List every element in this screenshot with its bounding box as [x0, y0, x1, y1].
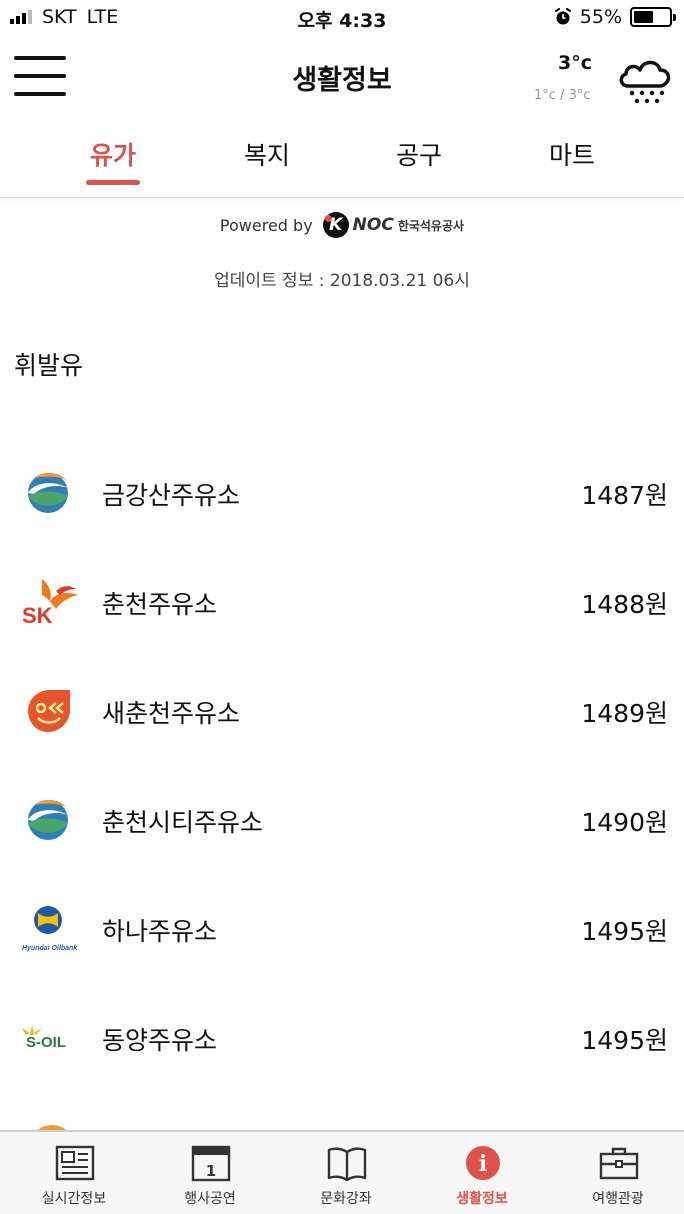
knoc-logo: K NOC 한국석유공사	[322, 212, 465, 238]
station-name: 금강산주유소	[102, 481, 241, 510]
battery-icon	[630, 7, 676, 27]
alarm-icon	[554, 8, 571, 25]
category-tabs: 유가 복지 공구 마트	[0, 114, 684, 198]
list-item[interactable]: 금강산주유소 1487원	[0, 438, 684, 547]
list-item[interactable]: SK 춘천주유소 1488원	[0, 547, 684, 656]
powered-by: Powered by K NOC 한국석유공사	[0, 212, 684, 238]
tab-mart[interactable]: 마트	[512, 136, 632, 172]
status-right: 55%	[554, 6, 676, 28]
station-price: 1490원	[581, 808, 668, 837]
temp-range: 1°c / 3°c	[534, 88, 591, 103]
active-tab-indicator	[86, 180, 140, 185]
knoc-logo-mark: K	[322, 212, 349, 238]
station-name: 새춘천주유소	[102, 699, 241, 728]
status-bar: SKT LTE 오후 4:33 55%	[0, 0, 684, 36]
svg-text:SK: SK	[22, 603, 53, 627]
info-icon: i	[466, 1146, 500, 1180]
station-price: 1495원	[581, 1026, 668, 1055]
calendar-icon: 1	[191, 1145, 231, 1182]
bottom-nav: 실시간정보 1 행사공연 문화강좌 i 생활정보 여행관광	[0, 1130, 684, 1214]
hyundai-oilbank-text: Hyundai Oilbank	[22, 945, 78, 952]
weather-widget[interactable]: 3°c 1°c / 3°c	[534, 50, 674, 110]
powered-by-label: Powered by	[219, 215, 313, 235]
list-item[interactable]: 새춘천주유소 1489원	[0, 656, 684, 765]
s-oil-text: S-OIL	[26, 1034, 66, 1051]
e1-icon	[28, 690, 70, 732]
knoc-logo-text: NOC	[352, 215, 394, 235]
info-icon-glyph: i	[479, 1151, 487, 1177]
station-price: 1495원	[581, 917, 668, 946]
calendar-icon-number: 1	[206, 1162, 216, 1180]
gs-caltex-icon	[28, 472, 68, 513]
list-item[interactable]: 춘천시티주유소 1490원	[0, 765, 684, 874]
nav-item-life-info[interactable]: i 생활정보	[414, 1132, 550, 1214]
snow-cloud-icon	[619, 60, 671, 104]
station-price: 1487원	[581, 481, 668, 510]
nav-item-realtime[interactable]: 실시간정보	[6, 1132, 142, 1214]
station-name: 하나주유소	[102, 917, 218, 946]
gs-caltex-icon	[28, 799, 68, 840]
tab-fuel[interactable]: 유가	[53, 136, 173, 172]
nav-label: 문화강좌	[320, 1191, 372, 1207]
app-header: 생활정보 3°c 1°c / 3°c	[0, 40, 684, 114]
list-item[interactable]: S-OIL 동양주유소 1495원	[0, 983, 684, 1092]
sk-energy-icon: SK	[22, 579, 78, 627]
book-icon	[327, 1147, 367, 1182]
list-item-partial[interactable]	[0, 1092, 684, 1132]
nav-label: 여행관광	[592, 1191, 644, 1207]
nav-label: 실시간정보	[41, 1191, 107, 1207]
nav-item-events[interactable]: 1 행사공연	[142, 1132, 278, 1214]
nav-item-travel[interactable]: 여행관광	[550, 1132, 684, 1214]
list-item[interactable]: Hyundai Oilbank 하나주유소 1495원	[0, 874, 684, 983]
nav-item-culture[interactable]: 문화강좌	[278, 1132, 414, 1214]
update-info: 업데이트 정보 : 2018.03.21 06시	[214, 271, 470, 291]
station-name: 춘천주유소	[102, 590, 218, 619]
tab-group-buy[interactable]: 공구	[359, 136, 479, 172]
nav-label: 행사공연	[184, 1191, 236, 1207]
section-title: 휘발유	[14, 351, 84, 380]
news-icon	[55, 1145, 95, 1181]
knoc-logo-korean: 한국석유공사	[397, 218, 465, 233]
station-price: 1489원	[581, 699, 668, 728]
station-name: 춘천시티주유소	[102, 808, 264, 837]
current-temp: 3°c	[558, 52, 592, 74]
battery-level	[634, 11, 653, 23]
station-price: 1488원	[581, 590, 668, 619]
hyundai-oilbank-icon: Hyundai Oilbank	[22, 906, 78, 952]
tab-welfare[interactable]: 복지	[207, 136, 327, 172]
s-oil-icon: S-OIL	[22, 1025, 66, 1051]
battery-percent: 55%	[579, 6, 622, 28]
briefcase-icon	[599, 1147, 639, 1180]
nav-label: 생활정보	[456, 1191, 508, 1207]
station-name: 동양주유소	[102, 1026, 218, 1055]
